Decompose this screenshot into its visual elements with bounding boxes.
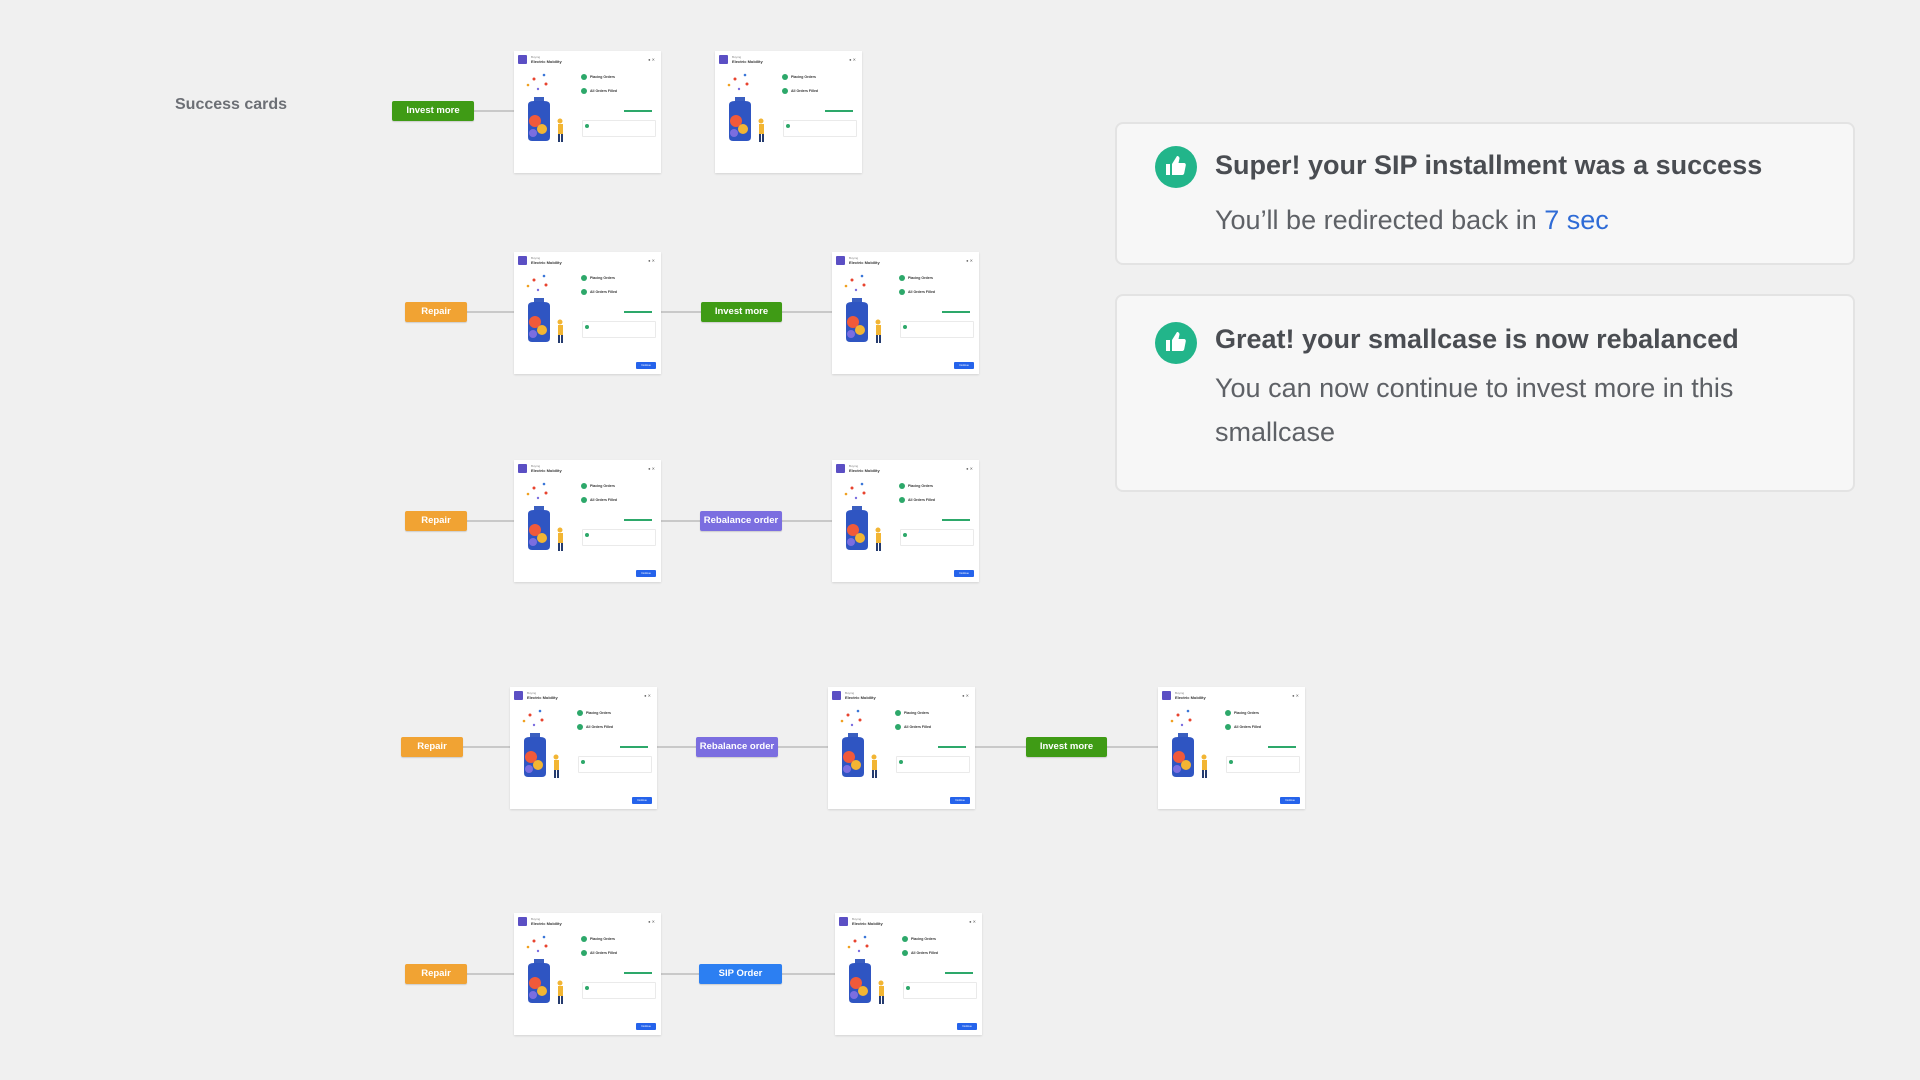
- header-icons[interactable]: ● ✕: [648, 919, 655, 924]
- toast-title: Great! your smallcase is now rebalanced: [1215, 324, 1739, 354]
- toast-title: Super! your SIP installment was a succes…: [1215, 150, 1763, 180]
- thumbs-up-icon: [1155, 322, 1197, 364]
- repair-pill[interactable]: Repair: [405, 302, 467, 322]
- header-icons[interactable]: ● ✕: [648, 466, 655, 471]
- repair-pill[interactable]: Repair: [405, 964, 467, 984]
- continue-button[interactable]: Continue: [636, 362, 656, 369]
- header-icons[interactable]: ● ✕: [648, 258, 655, 263]
- redirect-countdown: 7 sec: [1544, 205, 1609, 235]
- jar-illustration: [844, 274, 881, 343]
- continue-button[interactable]: Continue: [1280, 797, 1300, 804]
- smallcase-logo: [836, 464, 845, 473]
- success-card[interactable]: Buying Electric Mobility ● ✕ Placing Order…: [514, 51, 661, 173]
- sip-order-pill[interactable]: SIP Order: [699, 964, 782, 984]
- smallcase-logo: [518, 917, 527, 926]
- smallcase-logo: [836, 256, 845, 265]
- smallcase-logo: [514, 691, 523, 700]
- jar-illustration: [847, 935, 884, 1004]
- continue-button[interactable]: Continue: [954, 362, 974, 369]
- continue-button[interactable]: Continue: [632, 797, 652, 804]
- jar-illustration: [840, 709, 877, 778]
- rebalance-order-pill[interactable]: Rebalance order: [696, 737, 778, 757]
- jar-illustration: [1170, 709, 1207, 778]
- success-card[interactable]: Buying Electric Mobility ● ✕ Placing Order…: [832, 460, 979, 582]
- repair-pill[interactable]: Repair: [401, 737, 463, 757]
- toast-message: You can now continue to invest more in t…: [1215, 373, 1734, 447]
- smallcase-logo: [839, 917, 848, 926]
- success-card[interactable]: Buying Electric Mobility ● ✕ Placing Order…: [828, 687, 975, 809]
- header-icons[interactable]: ● ✕: [966, 466, 973, 471]
- header-icons[interactable]: ● ✕: [966, 258, 973, 263]
- jar-illustration: [526, 935, 563, 1004]
- success-card[interactable]: Buying Electric Mobility ● ✕ Placing Order…: [835, 913, 982, 1035]
- success-card[interactable]: Buying Electric Mobility ● ✕ Placing Order…: [514, 913, 661, 1035]
- rebalance-order-pill[interactable]: Rebalance order: [700, 511, 782, 531]
- success-card[interactable]: Buying Electric Mobility ● ✕ Placing Order…: [715, 51, 862, 173]
- header-icons[interactable]: ● ✕: [849, 57, 856, 62]
- success-card[interactable]: Buying Electric Mobility ● ✕ Placing Order…: [832, 252, 979, 374]
- jar-illustration: [727, 73, 764, 142]
- continue-button[interactable]: Continue: [954, 570, 974, 577]
- success-card[interactable]: Buying Electric Mobility ● ✕ Placing Order…: [514, 460, 661, 582]
- jar-illustration: [526, 73, 563, 142]
- header-icons[interactable]: ● ✕: [648, 57, 655, 62]
- continue-button[interactable]: Continue: [957, 1023, 977, 1030]
- invest-more-pill[interactable]: Invest more: [701, 302, 782, 322]
- header-icons[interactable]: ● ✕: [644, 693, 651, 698]
- smallcase-logo: [832, 691, 841, 700]
- toast-message: You’ll be redirected back in 7 sec: [1215, 205, 1609, 235]
- invest-more-pill[interactable]: Invest more: [392, 101, 474, 121]
- continue-button[interactable]: Continue: [636, 1023, 656, 1030]
- continue-button[interactable]: Continue: [950, 797, 970, 804]
- rebalance-success-toast: Great! your smallcase is now rebalanced …: [1115, 294, 1855, 492]
- thumbs-up-icon: [1155, 146, 1197, 188]
- section-title: Success cards: [175, 96, 288, 113]
- smallcase-logo: [518, 55, 527, 64]
- invest-more-pill[interactable]: Invest more: [1026, 737, 1107, 757]
- success-card[interactable]: Buying Electric Mobility ● ✕ Placing Order…: [514, 252, 661, 374]
- smallcase-logo: [518, 256, 527, 265]
- smallcase-logo: [1162, 691, 1171, 700]
- header-icons[interactable]: ● ✕: [1292, 693, 1299, 698]
- jar-illustration: [522, 709, 559, 778]
- smallcase-logo: [719, 55, 728, 64]
- header-icons[interactable]: ● ✕: [962, 693, 969, 698]
- jar-illustration: [526, 274, 563, 343]
- smallcase-logo: [518, 464, 527, 473]
- success-card[interactable]: Buying Electric Mobility ● ✕ Placing Order…: [1158, 687, 1305, 809]
- repair-pill[interactable]: Repair: [405, 511, 467, 531]
- jar-illustration: [844, 482, 881, 551]
- sip-success-toast: Super! your SIP installment was a succes…: [1115, 122, 1855, 265]
- jar-illustration: [526, 482, 563, 551]
- header-icons[interactable]: ● ✕: [969, 919, 976, 924]
- continue-button[interactable]: Continue: [636, 570, 656, 577]
- success-card[interactable]: Buying Electric Mobility ● ✕ Placing Order…: [510, 687, 657, 809]
